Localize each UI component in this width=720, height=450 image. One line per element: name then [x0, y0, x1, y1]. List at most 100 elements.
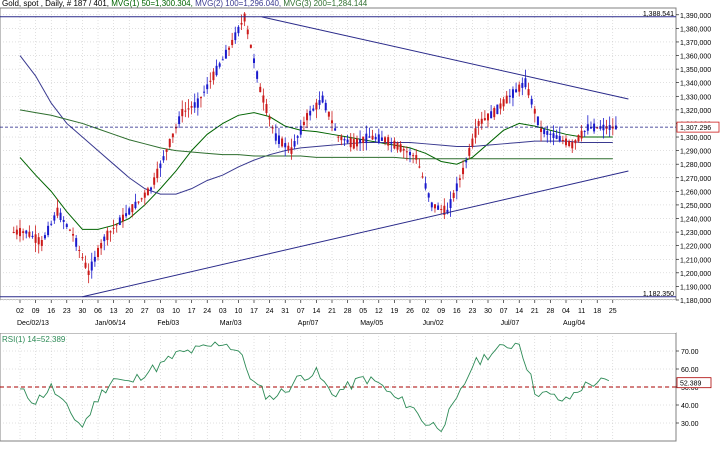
- candle-body: [302, 121, 305, 126]
- price-tick-label: 1,180,000: [680, 298, 711, 305]
- header-mvg2: MVG(2) 100=1,296.040,: [195, 0, 283, 8]
- high-label: 1,388.541: [643, 11, 674, 18]
- rsi-last-label: 52.389: [680, 381, 702, 388]
- price-tick-label: 1,390,000: [680, 13, 711, 20]
- candle-body: [390, 142, 393, 144]
- candle-body: [334, 128, 337, 131]
- candle-body: [206, 84, 209, 90]
- low-label: 1,182.350: [643, 291, 674, 298]
- candle-body: [568, 141, 571, 146]
- date-day-label: 07: [297, 308, 305, 315]
- candle-body: [281, 138, 284, 147]
- candle-body: [199, 97, 202, 99]
- price-tick-label: 1,240,000: [680, 217, 711, 224]
- candle-body: [78, 249, 81, 251]
- candle-body: [28, 231, 31, 237]
- candle-body: [540, 128, 543, 132]
- candle-body: [271, 127, 274, 129]
- candle-body: [259, 86, 262, 93]
- candle-body: [212, 71, 215, 81]
- candle-body: [93, 256, 96, 262]
- candle-body: [549, 133, 552, 135]
- candle-body: [37, 237, 40, 245]
- candle-body: [168, 139, 171, 147]
- candle-body: [253, 58, 255, 63]
- candle-body: [340, 136, 343, 141]
- price-tick-label: 1,250,000: [680, 203, 711, 210]
- date-month-label: Aug/04: [563, 320, 585, 327]
- price-tick-label: 1,290,000: [680, 149, 711, 156]
- candle-body: [284, 143, 287, 148]
- rsi-tick-label: 70.00: [681, 349, 699, 356]
- candle-body: [290, 147, 293, 154]
- candle-body: [349, 137, 352, 148]
- candle-body: [262, 95, 265, 103]
- candle-body: [396, 142, 399, 150]
- date-month-label: Dec/02/13: [17, 320, 49, 327]
- candle-body: [577, 135, 580, 142]
- candle-body: [536, 116, 539, 126]
- candle-body: [143, 192, 146, 198]
- candle-body: [178, 116, 181, 125]
- candle-body: [412, 155, 415, 157]
- candle-body: [533, 108, 536, 114]
- candle-body: [462, 167, 465, 175]
- candle-body: [312, 108, 315, 111]
- price-tick-label: 1,210,000: [680, 257, 711, 264]
- rsi-header: RSI(1) 14=52.389: [2, 335, 66, 344]
- candle-body: [131, 204, 134, 213]
- header-instrument: Gold, spot , Daily, # 187 / 401,: [2, 0, 111, 8]
- candle-body: [121, 214, 124, 222]
- candle-body: [256, 71, 259, 79]
- candle-body: [430, 202, 433, 208]
- candle-body: [265, 104, 268, 113]
- rsi-axis: 70.0060.0050.0040.0030.00: [676, 349, 699, 428]
- candle-body: [240, 22, 243, 25]
- candle-body: [293, 141, 296, 147]
- candle-body: [561, 139, 564, 141]
- candle-body: [15, 229, 18, 235]
- candle-body: [12, 232, 15, 234]
- candle-body: [137, 201, 140, 203]
- date-day-label: 11: [578, 308, 585, 315]
- rsi-tick-label: 60.00: [681, 367, 699, 374]
- candle-body: [274, 133, 277, 141]
- candle-body: [458, 178, 461, 180]
- candle-body: [134, 201, 137, 209]
- date-month-label: Feb/03: [157, 320, 179, 327]
- candle-body: [31, 235, 34, 238]
- date-axis-strip: [0, 300, 676, 333]
- candle-body: [327, 111, 330, 117]
- date-day-label: 30: [484, 308, 492, 315]
- price-tick-label: 1,380,000: [680, 26, 711, 33]
- candle-body: [118, 217, 121, 225]
- candle-body: [555, 135, 558, 139]
- candle-body: [246, 29, 249, 35]
- candle-body: [296, 136, 299, 138]
- candle-body: [530, 98, 533, 105]
- candle-body: [331, 120, 333, 124]
- candle-body: [543, 129, 546, 135]
- candle-body: [106, 230, 109, 241]
- candle-body: [321, 95, 324, 103]
- candle-body: [474, 128, 477, 138]
- candle-body: [209, 80, 212, 82]
- candle-body: [72, 233, 75, 236]
- candle-body: [140, 198, 143, 200]
- candle-body: [193, 102, 196, 108]
- candle-body: [415, 155, 418, 160]
- candle-body: [614, 125, 617, 130]
- candle-body: [371, 135, 374, 140]
- price-tick-label: 1,260,000: [680, 189, 711, 196]
- candle-body: [515, 89, 518, 93]
- candle-body: [480, 118, 483, 124]
- candle-body: [22, 231, 25, 233]
- date-day-label: 14: [515, 308, 523, 315]
- candle-body: [153, 177, 156, 185]
- candle-body: [171, 133, 174, 138]
- candle-body: [352, 139, 355, 149]
- candle-body: [552, 133, 555, 139]
- candle-body: [437, 205, 440, 210]
- date-day-label: 18: [593, 308, 601, 315]
- candle-body: [318, 100, 321, 105]
